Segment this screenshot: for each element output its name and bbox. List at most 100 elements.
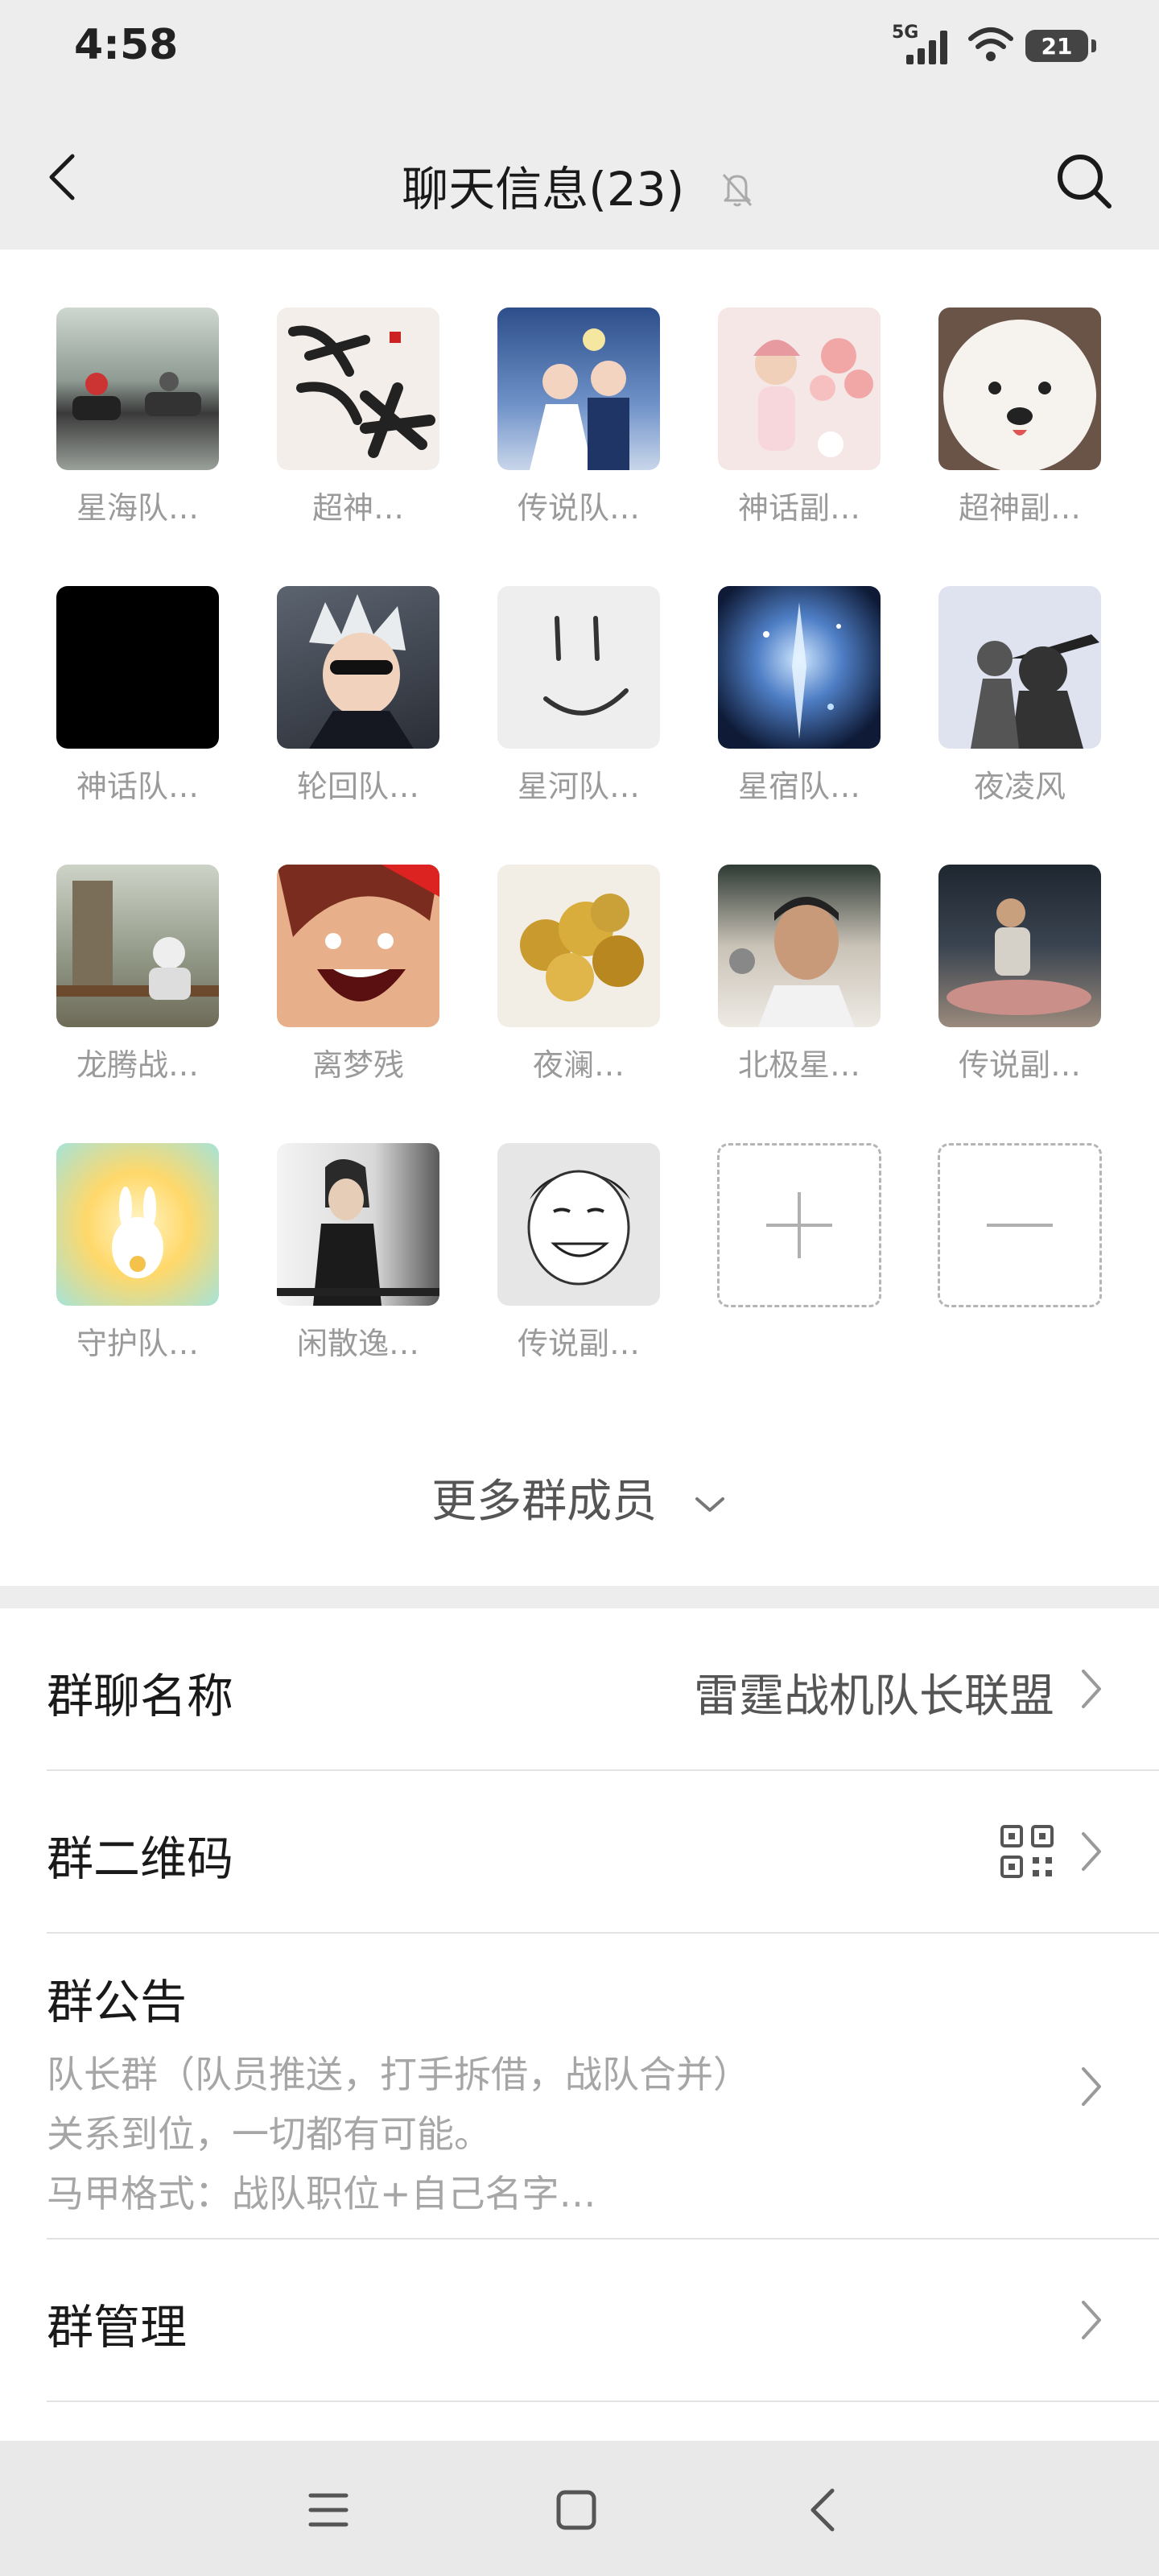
group-name-row[interactable]: 群聊名称 雷霆战机队长联盟 [47,1608,1159,1771]
member-avatar [938,865,1101,1027]
member-avatar [718,865,881,1027]
status-bar: 4:58 5G 21 [0,0,1159,105]
square-icon[interactable] [551,2484,602,2536]
member-avatar [277,1143,439,1306]
member-name: 轮回队… [296,769,419,804]
group-notice-label: 群公告 [47,1975,188,2029]
member-name: 传说副… [958,1047,1081,1083]
member-name: 北极星… [737,1047,860,1083]
member-avatar [497,865,660,1027]
member-avatar [718,586,881,749]
member-avatar [497,1143,660,1306]
member-name: 超神副… [958,490,1081,526]
member-grid: 星海队… 超神… 传说队… 神话副… 超神副… 神话队… 轮回队… 星河队… 星… [0,250,1159,1586]
member-item[interactable]: 龙腾战… [55,865,221,1084]
member-avatar [56,1143,219,1306]
member-name: 神话副… [737,490,860,526]
page-title-wrap: 聊天信息(23) [0,151,1159,220]
bell-off-icon [717,165,757,220]
member-item[interactable]: 轮回队… [275,586,441,806]
member-name: 传说副… [517,1326,640,1361]
group-qr-row[interactable]: 群二维码 [47,1771,1159,1934]
group-notice-row[interactable]: 群公告 队长群（队员推送，打手拆借，战队合并） 关系到位，一切都有可能。 马甲格… [47,1934,1159,2240]
status-time: 4:58 [74,21,179,69]
system-nav-bar [0,2441,1159,2576]
more-members-button[interactable]: 更多群成员 [0,1465,1159,1530]
member-avatar [938,308,1101,470]
add-member-tile [717,1143,881,1307]
group-name-value: 雷霆战机队长联盟 [694,1670,1054,1723]
member-name: 星河队… [517,769,640,804]
qr-code-icon [1000,1825,1054,1878]
page-title: 聊天信息(23) [402,162,685,217]
search-icon [1058,155,1112,208]
battery-level: 21 [1041,32,1073,60]
member-avatar [497,586,660,749]
signal-icon: 5G [892,23,956,66]
search-button[interactable] [1054,151,1114,211]
member-name: 闲散逸… [296,1326,419,1361]
remove-member-button[interactable] [937,1143,1103,1307]
more-members-label: 更多群成员 [431,1476,658,1528]
member-item[interactable]: 离梦残 [275,865,441,1084]
member-item[interactable]: 守护队… [55,1143,221,1363]
member-item[interactable]: 超神… [275,308,441,527]
member-avatar [277,308,439,470]
chevron-right-icon [1082,2301,1101,2339]
member-item[interactable]: 北极星… [716,865,882,1084]
member-avatar [497,308,660,470]
notice-line: 关系到位，一切都有可能。 [47,2112,491,2156]
add-member-button[interactable] [716,1143,882,1307]
wifi-icon [967,26,1014,66]
member-item[interactable]: 神话队… [55,586,221,806]
member-avatar [277,865,439,1027]
member-item[interactable]: 神话副… [716,308,882,527]
member-item[interactable]: 传说副… [496,1143,662,1363]
chevron-right-icon [1082,1832,1101,1871]
settings-list: 群聊名称 雷霆战机队长联盟 群二维码 群公告 队长群（队员推送，打手拆借，战队合… [0,1608,1159,2447]
member-avatar [56,586,219,749]
battery-icon: 21 [1025,30,1096,62]
menu-icon[interactable] [303,2484,354,2536]
member-item[interactable]: 星海队… [55,308,221,527]
group-name-label: 群聊名称 [47,1669,234,1724]
member-avatar [56,865,219,1027]
member-name: 星海队… [76,490,199,526]
member-name: 离梦残 [311,1047,404,1083]
member-avatar [938,586,1101,749]
notice-line: 队长群（队员推送，打手拆借，战队合并） [47,2053,750,2096]
group-manage-label: 群管理 [47,2300,188,2355]
member-avatar [718,308,881,470]
member-name: 超神… [311,490,404,526]
group-qr-label: 群二维码 [47,1831,234,1886]
member-item[interactable]: 闲散逸… [275,1143,441,1363]
member-avatar [277,586,439,749]
minus-icon [987,1224,1053,1227]
member-item[interactable]: 星河队… [496,586,662,806]
remove-member-tile [938,1143,1102,1307]
member-name: 龙腾战… [76,1047,199,1083]
group-notice-text: 队长群（队员推送，打手拆借，战队合并） 关系到位，一切都有可能。 马甲格式：战队… [47,2045,750,2223]
chevron-right-icon [1082,2067,1101,2106]
member-name: 守护队… [76,1326,199,1361]
back-triangle-icon[interactable] [798,2484,850,2536]
member-avatar [56,308,219,470]
member-name: 传说队… [517,490,640,526]
member-name: 夜澜… [532,1047,625,1083]
member-name: 夜凌风 [973,769,1066,804]
member-item[interactable]: 夜澜… [496,865,662,1084]
member-item[interactable]: 传说队… [496,308,662,527]
member-item[interactable]: 传说副… [937,865,1103,1084]
chevron-right-icon [1082,1670,1101,1708]
notice-line: 马甲格式：战队职位+自己名字… [47,2172,596,2215]
member-name: 神话队… [76,769,199,804]
member-item[interactable]: 星宿队… [716,586,882,806]
status-icons: 5G 21 [892,23,1096,66]
plus-icon [766,1192,832,1258]
member-item[interactable]: 超神副… [937,308,1103,527]
member-item[interactable]: 夜凌风 [937,586,1103,806]
group-manage-row[interactable]: 群管理 [47,2240,1159,2402]
chevron-down-icon [695,1496,724,1512]
member-name: 星宿队… [737,769,860,804]
header: 聊天信息(23) [0,105,1159,250]
